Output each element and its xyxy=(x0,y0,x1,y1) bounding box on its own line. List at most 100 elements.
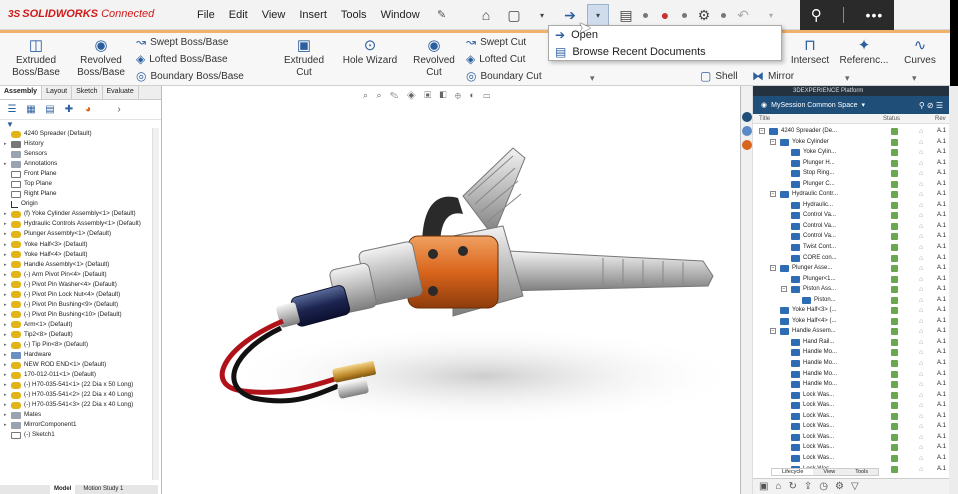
expand-arrow-icon[interactable]: ▸ xyxy=(4,209,11,219)
platform-tree-row[interactable]: − Handle Assem... ⌂ A.1 xyxy=(753,326,949,337)
menu-edit[interactable]: Edit xyxy=(222,9,255,21)
platform-tree-row[interactable]: Plunger C... ⌂ A.1 xyxy=(753,179,949,190)
platform-tree-row[interactable]: Hydraulic... ⌂ A.1 xyxy=(753,200,949,211)
collapse-toggle-icon[interactable]: − xyxy=(770,191,776,198)
platform-tree-row[interactable]: Hand Rail... ⌂ A.1 xyxy=(753,337,949,348)
collapse-toggle-icon[interactable]: − xyxy=(781,286,787,293)
expand-arrow-icon[interactable]: ▸ xyxy=(4,280,11,290)
platform-tree-row[interactable]: − Piston Ass... ⌂ A.1 xyxy=(753,284,949,295)
expand-arrow-icon[interactable]: ▸ xyxy=(4,300,11,310)
menu-file[interactable]: File xyxy=(190,9,222,21)
feature-tree-item[interactable]: ▸ History xyxy=(4,139,161,149)
lock-icon[interactable]: ⌂ xyxy=(775,481,781,492)
reference-geometry-button[interactable]: ✦ Referenc... xyxy=(834,37,894,67)
session-dropdown-icon[interactable]: ▾ xyxy=(861,101,865,109)
expand-arrow-icon[interactable]: ▸ xyxy=(4,290,11,300)
platform-tree-row[interactable]: Yoke Half<3> (... ⌂ A.1 xyxy=(753,305,949,316)
display-manager-icon[interactable]: ◕ xyxy=(82,104,94,116)
hole-wizard-button[interactable]: ⊙ Hole Wizard xyxy=(334,37,406,67)
tab-model[interactable]: Model xyxy=(50,485,76,494)
platform-tree-row[interactable]: − Hydraulic Contr... ⌂ A.1 xyxy=(753,189,949,200)
expand-arrow-icon[interactable]: ▸ xyxy=(4,270,11,280)
tab-layout[interactable]: Layout xyxy=(42,86,73,99)
expand-arrow-icon[interactable]: ▸ xyxy=(4,260,11,270)
platform-tree-row[interactable]: Control Va... ⌂ A.1 xyxy=(753,231,949,242)
platform-tree-row[interactable]: Lock Was...⌂A.1 xyxy=(753,400,949,411)
tab-assembly[interactable]: Assembly xyxy=(0,86,43,99)
configuration-manager-icon[interactable]: ▤ xyxy=(44,104,56,116)
platform-tree-row[interactable]: Handle Mo... ⌂ A.1 xyxy=(753,379,949,390)
session-tools-icons[interactable]: ⚲ ⊘ ☰ xyxy=(919,101,943,110)
platform-tree-row[interactable]: Lock Was...⌂A.1 xyxy=(753,432,949,443)
expand-arrow-icon[interactable]: ▸ xyxy=(4,229,11,239)
menu-tools[interactable]: Tools xyxy=(334,9,374,21)
platform-tree-row[interactable]: Stop Ring... ⌂ A.1 xyxy=(753,168,949,179)
save-icon[interactable]: ▣ xyxy=(759,481,768,492)
expand-arrow-icon[interactable]: ▸ xyxy=(4,250,11,260)
curves-button[interactable]: ∿ Curves xyxy=(898,37,942,67)
expand-arrow-icon[interactable]: ▸ xyxy=(4,139,11,149)
boundary-cut-button[interactable]: ◎ Boundary Cut xyxy=(466,69,542,83)
home-icon[interactable]: ⌂ xyxy=(475,4,497,26)
swept-boss-button[interactable]: ↝ Swept Boss/Base xyxy=(136,35,228,49)
feature-tree-icon[interactable]: ☰ xyxy=(6,104,18,116)
feature-tree-item[interactable]: ▸ Hydraulic Controls Assembly<1> (Default… xyxy=(4,219,161,229)
feature-tree-item[interactable]: 4240 Spreader (Default) xyxy=(4,129,161,139)
feature-tree-item[interactable]: (-) Sketch1 xyxy=(4,430,161,440)
feature-tree-item[interactable]: Right Plane xyxy=(4,189,161,199)
feature-tree-item[interactable]: ▸ (-) Pivot Pin Washer<4> (Default) xyxy=(4,280,161,290)
expand-arrow-icon[interactable]: ▸ xyxy=(4,390,11,400)
lofted-cut-button[interactable]: ◈ Lofted Cut xyxy=(466,52,525,66)
expand-arrow-icon[interactable]: ▸ xyxy=(4,350,11,360)
feature-tree-item[interactable]: ▸ Yoke Half<4> (Default) xyxy=(4,250,161,260)
feature-tree-item[interactable]: ▸ NEW ROD END<1> (Default) xyxy=(4,360,161,370)
feature-tree-item[interactable]: Front Plane xyxy=(4,169,161,179)
tab-lifecycle[interactable]: Lifecycle xyxy=(772,469,814,475)
options-gear-icon[interactable]: ⚙ xyxy=(693,4,715,26)
feature-tree-item[interactable]: ▸ (-) Pivot Pin Lock Nut<4> (Default) xyxy=(4,290,161,300)
feature-tree-item[interactable]: ▸ Plunger Assembly<1> (Default) xyxy=(4,229,161,239)
platform-tree-row[interactable]: Lock Was...⌂A.1 xyxy=(753,390,949,401)
platform-tree-row[interactable]: Lock Was...⌂A.1 xyxy=(753,421,949,432)
feature-tree-item[interactable]: ▸ (-) Arm Pivot Pin<4> (Default) xyxy=(4,270,161,280)
more-options-icon[interactable]: ••• xyxy=(866,7,884,23)
rebuild-traffic-light-icon[interactable]: ● xyxy=(654,4,676,26)
expand-arrow-icon[interactable]: ▸ xyxy=(4,240,11,250)
tab-evaluate[interactable]: Evaluate xyxy=(103,86,139,99)
platform-tree-row[interactable]: Plunger<1... ⌂ A.1 xyxy=(753,274,949,285)
platform-tree-row[interactable]: CORE con... ⌂ A.1 xyxy=(753,253,949,264)
feature-tree-item[interactable]: ▸ (-) H70-035-541<3> (22 Dia x 40 Long) xyxy=(4,400,161,410)
collapse-toggle-icon[interactable]: − xyxy=(759,128,765,134)
graphics-viewport[interactable]: ⌕ ⌕ ✎ ◈ ▣ ◧ ⊕ ◐ ▭ xyxy=(163,86,740,494)
platform-scrollbar[interactable] xyxy=(949,86,958,494)
refresh-icon[interactable]: ↻ xyxy=(789,481,797,492)
extruded-cut-button[interactable]: ▣ Extruded Cut xyxy=(278,37,330,79)
platform-tree-row[interactable]: − Yoke Cylinder ⌂ A.1 xyxy=(753,137,949,148)
feature-tree-item[interactable]: ▸ (-) H70-035-541<1> (22 Dia x 50 Long) xyxy=(4,380,161,390)
platform-tree-row[interactable]: Handle Mo... ⌂ A.1 xyxy=(753,369,949,380)
feature-tree-item[interactable]: ▸ Handle Assembly<1> (Default) xyxy=(4,260,161,270)
expand-arrow-icon[interactable]: ▸ xyxy=(4,410,11,420)
feature-tree-item[interactable]: ▸ MirrorComponent1 xyxy=(4,420,161,430)
print-icon[interactable]: ▤ xyxy=(615,4,637,26)
heads-up-view-toolbar[interactable]: ⌕ ⌕ ✎ ◈ ▣ ◧ ⊕ ◐ ▭ xyxy=(363,90,493,101)
fillet-dropdown-icon[interactable]: ▾ xyxy=(590,73,595,84)
expand-arrow-icon[interactable]: ▸ xyxy=(4,330,11,340)
platform-tree-row[interactable]: Piston... ⌂ A.1 xyxy=(753,295,949,306)
col-rev[interactable]: Rev xyxy=(935,116,946,122)
undo-icon[interactable]: ↶ xyxy=(732,4,754,26)
col-status[interactable]: Status xyxy=(883,116,900,122)
expand-arrow-icon[interactable]: ▸ xyxy=(4,320,11,330)
feature-tree-item[interactable]: ▸ (-) Pivot Pin Bushing<9> (Default) xyxy=(4,300,161,310)
expand-arrow-icon[interactable]: ▸ xyxy=(4,380,11,390)
feature-tree-item[interactable]: ▸ Mates xyxy=(4,410,161,420)
appearances-icon[interactable] xyxy=(742,140,752,150)
new-dropdown-icon[interactable]: ▾ xyxy=(531,4,553,26)
platform-icon[interactable] xyxy=(742,112,752,122)
collapse-toggle-icon[interactable]: − xyxy=(770,265,776,272)
settings-icon[interactable]: ⚙ xyxy=(835,481,844,492)
expand-panel-icon[interactable]: › xyxy=(113,104,125,116)
feature-tree-item[interactable]: Origin xyxy=(4,199,161,209)
boundary-boss-button[interactable]: ◎ Boundary Boss/Base xyxy=(136,69,244,83)
tab-tools[interactable]: Tools xyxy=(845,469,878,475)
